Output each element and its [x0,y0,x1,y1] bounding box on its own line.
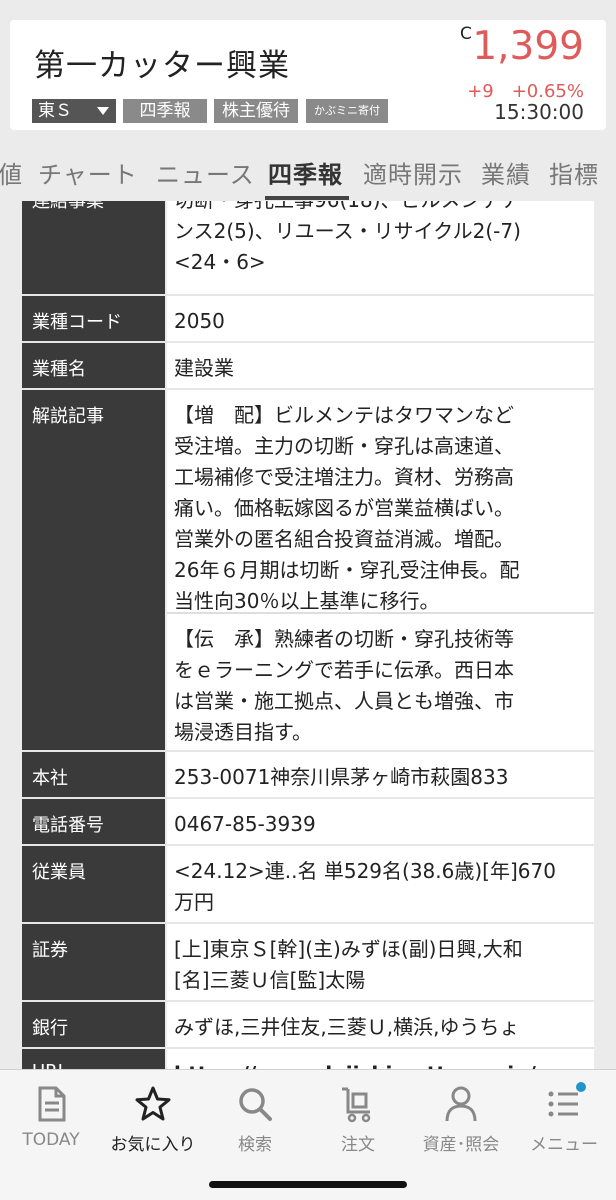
value-line: <24.12>連..名 単529名(38.6歳)[年]670 [174,859,556,883]
row-label: 連結事業 [22,201,165,294]
phone-value[interactable]: 0467-85-3939 [167,799,594,844]
nav-label: 注文 [341,1135,375,1155]
cart-icon [342,1087,371,1123]
company-url-link[interactable]: https://www.daiichi-cutter.co.jp/ [167,1049,594,1069]
value-line: 痛い。価格転嫁図るが営業益横ばい。 [174,496,514,520]
table-row: 従業員 <24.12>連..名 単529名(38.6歳)[年]670 万円 [22,846,594,922]
value-line: [名]三菱Ｕ信[監]太陽 [174,968,366,992]
nav-order[interactable]: 注文 [308,1078,408,1168]
value-line: をｅラーニングで若手に伝承。西日本 [174,658,514,682]
row-label: 従業員 [22,846,165,922]
commentary-paragraph-2: 【伝 承】熟練者の切断・穿孔技術等 をｅラーニングで若手に伝承。西日本 は営業・… [167,614,594,750]
nav-menu[interactable]: メニュー [514,1078,614,1168]
table-row: 連結事業 切断・穿孔工事96(18)、ビルメンテナ ンス2(5)、リユース・リサ… [22,201,594,294]
commentary-paragraph-1: 【増 配】ビルメンテはタワマンなど 受注増。主力の切断・穿孔は高速道、 工場補修… [167,390,594,613]
row-label: 銀行 [22,1002,165,1047]
row-value: 切断・穿孔工事96(18)、ビルメンテナ ンス2(5)、リユース・リサイクル2(… [167,201,594,294]
table-row: 銀行 みずほ,三井住友,三菱Ｕ,横浜,ゆうちょ [22,1002,594,1047]
current-price: 1,399 [472,24,584,69]
row-label: 業種コード [22,296,165,341]
person-icon [445,1086,477,1122]
market-selector[interactable]: 東Ｓ [32,99,116,123]
nav-assets[interactable]: 資産･照会 [411,1078,511,1168]
table-row: 電話番号 0467-85-3939 [22,799,594,844]
value-line: 切断・穿孔工事96(18)、ビルメンテナ [174,201,586,216]
shikiho-button[interactable]: 四季報 [123,99,207,123]
industry-code-value: 2050 [167,296,594,341]
row-label: URL [22,1049,165,1069]
nav-today[interactable]: TODAY [1,1078,101,1168]
value-line: <24・6> [174,250,266,274]
value-line: は営業・施工拠点、人員とも増強、市 [174,689,514,713]
value-line: 営業外の匿名組合投資益消滅。増配。 [174,527,514,551]
kabumini-donation-button[interactable]: かぶミニ寄付 [306,99,388,123]
industry-name-value: 建設業 [167,343,594,388]
company-name: 第一カッター興業 [34,48,290,84]
star-icon [135,1086,171,1121]
nav-label: 検索 [238,1135,272,1155]
notification-badge [576,1082,586,1092]
price-flag: C [460,24,472,44]
banks-value: みずほ,三井住友,三菱Ｕ,横浜,ゆうちょ [167,1002,594,1047]
tab-shikiho[interactable]: 四季報 [268,155,343,190]
value-line: 工場補修で受注増注力。資材、労務高 [174,465,514,489]
row-label: 業種名 [22,343,165,388]
table-row: 解説記事 【増 配】ビルメンテはタワマンなど 受注増。主力の切断・穿孔は高速道、… [22,390,594,750]
row-label: 電話番号 [22,799,165,844]
nav-search[interactable]: 検索 [205,1078,305,1168]
value-line: 受注増。主力の切断・穿孔は高速道、 [174,434,514,458]
nav-favorites[interactable]: お気に入り [103,1078,203,1168]
value-line: 【伝 承】熟練者の切断・穿孔技術等 [174,627,514,651]
table-row: URL https://www.daiichi-cutter.co.jp/ [22,1049,594,1069]
active-tab-indicator [265,196,349,200]
shikiho-table-scroll[interactable]: 連結事業 切断・穿孔工事96(18)、ビルメンテナ ンス2(5)、リユース・リサ… [0,201,616,1069]
value-line: 【増 配】ビルメンテはタワマンなど [174,403,514,427]
shareholder-benefit-button[interactable]: 株主優待 [214,99,298,123]
row-label: 解説記事 [22,390,165,750]
nav-label: TODAY [22,1130,80,1150]
tab-bar: 値 チャート ニュース 四季報 適時開示 業績 指標 [0,143,616,201]
nav-label: メニュー [530,1135,598,1155]
bottom-navigation: TODAY お気に入り 検索 注文 資産･照会 メニュー [0,1069,616,1200]
table-row: 本社 253-0071神奈川県茅ヶ崎市萩園833 [22,752,594,797]
nav-label: 資産･照会 [422,1135,500,1155]
tab-news[interactable]: ニュース [156,155,255,190]
row-label: 本社 [22,752,165,797]
value-line: ンス2(5)、リユース・リサイクル2(-7) [174,219,521,243]
table-row: 業種名 建設業 [22,343,594,388]
home-indicator[interactable] [209,1181,407,1188]
tab-performance[interactable]: 業績 [481,155,531,190]
value-line: [上]東京Ｓ[幹](主)みずほ(副)日興,大和 [174,937,523,961]
table-row: 証券 [上]東京Ｓ[幹](主)みずほ(副)日興,大和 [名]三菱Ｕ信[監]太陽 [22,924,594,1000]
employees-value: <24.12>連..名 単529名(38.6歳)[年]670 万円 [167,846,594,922]
market-label: 東Ｓ [38,101,72,121]
nav-label: お気に入り [110,1135,196,1155]
value-line: 場浸透目指す。 [174,720,312,744]
table-row: 業種コード 2050 [22,296,594,341]
document-icon [38,1086,66,1122]
securities-value: [上]東京Ｓ[幹](主)みずほ(副)日興,大和 [名]三菱Ｕ信[監]太陽 [167,924,594,1000]
row-label: 証券 [22,924,165,1000]
tab-price[interactable]: 値 [0,155,23,190]
stock-header: 第一カッター興業 東Ｓ 四季報 株主優待 かぶミニ寄付 C 1,399 +9 +… [10,20,606,130]
tab-chart[interactable]: チャート [38,155,138,190]
price-time: 15:30:00 [494,100,584,124]
caret-down-icon [97,107,109,115]
tab-indicators[interactable]: 指標 [549,155,599,190]
value-line: 26年６月期は切断・穿孔受注伸長。配 [174,558,520,582]
tab-disclosure[interactable]: 適時開示 [363,155,463,190]
hq-address-value: 253-0071神奈川県茅ヶ崎市萩園833 [167,752,594,797]
value-line: 万円 [174,890,214,914]
search-icon [239,1088,272,1121]
